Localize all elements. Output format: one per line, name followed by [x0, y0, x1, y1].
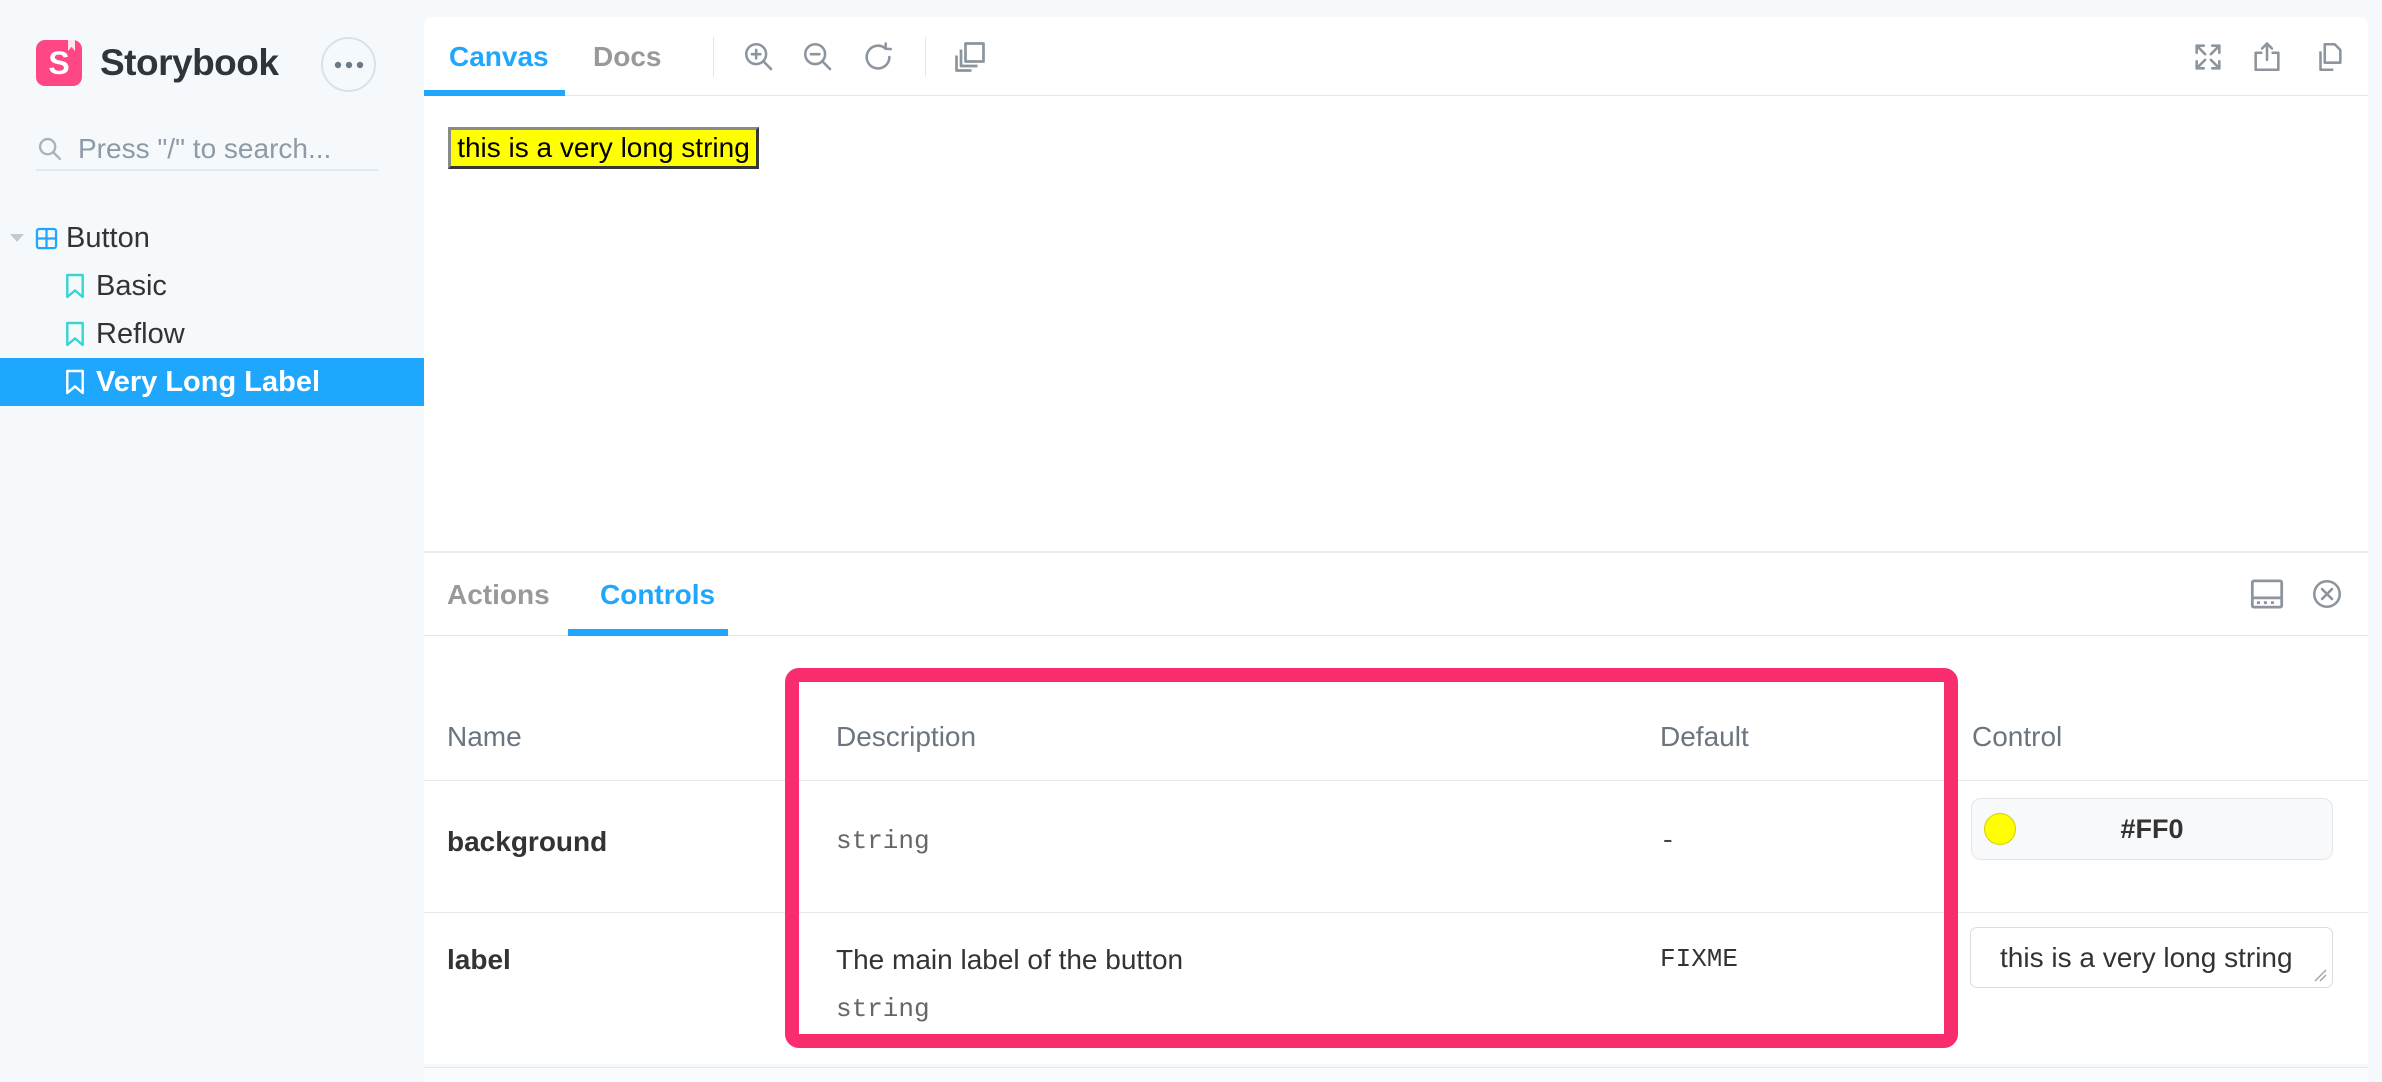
copy-link-button[interactable] [2305, 17, 2353, 96]
panel-bottom-icon [2248, 577, 2286, 611]
toolbar-divider [713, 37, 714, 77]
component-icon [33, 225, 60, 252]
sidebar: S Storybook Press "/" to search... Butto… [0, 0, 424, 1064]
close-circle-icon [2310, 577, 2344, 611]
color-swatch[interactable] [1984, 813, 2016, 845]
bookmark-icon [64, 272, 86, 300]
storybook-logo-icon: S [36, 40, 82, 86]
label-text-value: this is a very long string [2000, 942, 2293, 973]
change-background-button[interactable] [946, 17, 994, 96]
active-tab-underline [568, 629, 728, 636]
arg-name: background [447, 826, 607, 858]
column-header-name: Name [447, 721, 522, 753]
reset-zoom-button[interactable] [854, 17, 902, 96]
brand: S Storybook [36, 34, 278, 92]
app-title: Storybook [100, 42, 278, 84]
bookmark-icon [64, 320, 86, 348]
search-input[interactable]: Press "/" to search... [36, 126, 378, 172]
active-tab-underline [424, 90, 565, 96]
table-footer-strip [424, 1068, 2368, 1082]
tree-item-reflow[interactable]: Reflow [0, 310, 424, 358]
logo-letter: S [48, 45, 69, 82]
tree-item-label: Button [66, 222, 150, 255]
tree-item-label: Basic [96, 270, 167, 303]
tree-item-label: Very Long Label [96, 366, 320, 399]
tree-item-button[interactable]: Button [0, 214, 424, 262]
canvas-toolbar: Canvas Docs [424, 17, 2368, 96]
zoom-out-button[interactable] [794, 17, 842, 96]
arg-default: FIXME [1660, 944, 1738, 974]
ellipsis-icon [334, 61, 364, 69]
column-header-default: Default [1660, 721, 1749, 753]
arg-type: string [836, 994, 930, 1024]
arg-name: label [447, 944, 511, 976]
reset-zoom-icon [861, 40, 895, 74]
label-text-control[interactable]: this is a very long string [1970, 927, 2333, 988]
zoom-in-icon [742, 40, 776, 74]
tree-item-very-long-label[interactable]: Very Long Label [0, 358, 424, 406]
caret-down-icon[interactable] [9, 233, 25, 243]
search-icon [36, 135, 64, 163]
stacked-frames-icon [952, 39, 988, 75]
arg-type: string [836, 826, 930, 856]
tab-controls[interactable]: Controls [600, 553, 715, 636]
zoom-out-icon [801, 40, 835, 74]
zoom-in-button[interactable] [735, 17, 783, 96]
table-divider [424, 780, 2368, 781]
fullscreen-button[interactable] [2184, 17, 2232, 96]
resize-grip-icon[interactable] [2311, 966, 2327, 982]
panel-position-button[interactable] [2240, 567, 2294, 621]
search-placeholder: Press "/" to search... [78, 133, 331, 165]
close-panel-button[interactable] [2300, 567, 2354, 621]
background-color-control[interactable]: #FF0 [1971, 798, 2333, 860]
tree-item-basic[interactable]: Basic [0, 262, 424, 310]
sidebar-menu-button[interactable] [321, 37, 376, 92]
toolbar-divider [925, 37, 926, 77]
story-tree: Button Basic Reflow Very Long Label [0, 214, 424, 406]
tab-canvas[interactable]: Canvas [449, 17, 549, 96]
column-header-description: Description [836, 721, 976, 753]
story-preview-button[interactable]: this is a very long string [448, 127, 759, 169]
arg-default: - [1660, 826, 1676, 856]
main-panel: Canvas Docs [424, 17, 2368, 1064]
search-underline [36, 169, 378, 171]
tab-docs[interactable]: Docs [593, 17, 661, 96]
fullscreen-icon [2191, 40, 2225, 74]
bookmark-icon [64, 368, 86, 396]
tab-actions[interactable]: Actions [447, 553, 550, 636]
share-button[interactable] [2243, 17, 2291, 96]
copy-icon [2312, 40, 2346, 74]
table-divider [424, 912, 2368, 913]
arg-description: The main label of the button [836, 944, 1183, 976]
addons-tab-bar: Actions Controls [424, 553, 2368, 636]
column-header-control: Control [1972, 721, 2062, 753]
share-icon [2250, 40, 2284, 74]
tree-item-label: Reflow [96, 318, 185, 351]
color-value: #FF0 [2120, 814, 2183, 845]
